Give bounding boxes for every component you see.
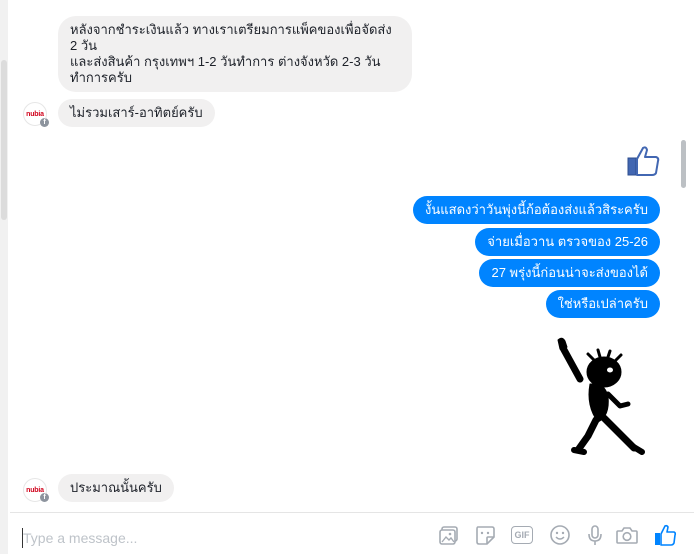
- outgoing-message: ใช่หรือเปล่าครับ: [545, 290, 660, 318]
- left-scroll-strip: [0, 0, 8, 554]
- message-input[interactable]: [22, 528, 403, 548]
- send-like-button[interactable]: [653, 522, 677, 548]
- conversation-scrollbar[interactable]: [681, 140, 686, 188]
- incoming-message: หลังจากชำระเงินแล้ว ทางเราเตรียมการแพ็คข…: [58, 16, 412, 92]
- microphone-icon: [588, 525, 602, 545]
- gif-button[interactable]: GIF: [510, 522, 534, 548]
- facebook-icon: f: [40, 493, 49, 502]
- thumbs-up-icon: [655, 524, 676, 546]
- sticker-button[interactable]: [473, 522, 497, 548]
- emoji-icon: [550, 525, 570, 545]
- gif-icon: GIF: [511, 526, 533, 544]
- incoming-message: ประมาณนั้นครับ: [58, 474, 174, 502]
- outgoing-message: จ่ายเมื่อวาน ตรวจของ 25-26: [475, 228, 660, 256]
- camera-icon: [616, 527, 638, 544]
- emoji-button[interactable]: [548, 522, 572, 548]
- dancing-stick-figure-sticker[interactable]: [550, 334, 646, 456]
- voice-button[interactable]: [583, 522, 607, 548]
- sent-like: [626, 145, 660, 177]
- photo-icon: [439, 526, 458, 545]
- incoming-message: ไม่รวมเสาร์-อาทิตย์ครับ: [58, 99, 215, 127]
- outgoing-message: 27 พรุ่งนี้ก่อนน่าจะส่งของได้: [479, 259, 660, 287]
- outgoing-message: งั้นแสดงว่าวันพุ่งนี้ก้อต้องส่งแล้วสิระค…: [413, 196, 660, 224]
- avatar-logo-text: nubia: [26, 110, 44, 118]
- thumbs-up-icon: [627, 146, 660, 176]
- sticker-icon: [476, 526, 495, 545]
- left-scroll-thumb[interactable]: [1, 60, 7, 220]
- facebook-icon: f: [40, 118, 49, 127]
- photo-button[interactable]: [437, 522, 461, 548]
- avatar-logo-text: nubia: [26, 486, 44, 494]
- camera-button[interactable]: [615, 522, 639, 548]
- composer-divider: [10, 512, 694, 513]
